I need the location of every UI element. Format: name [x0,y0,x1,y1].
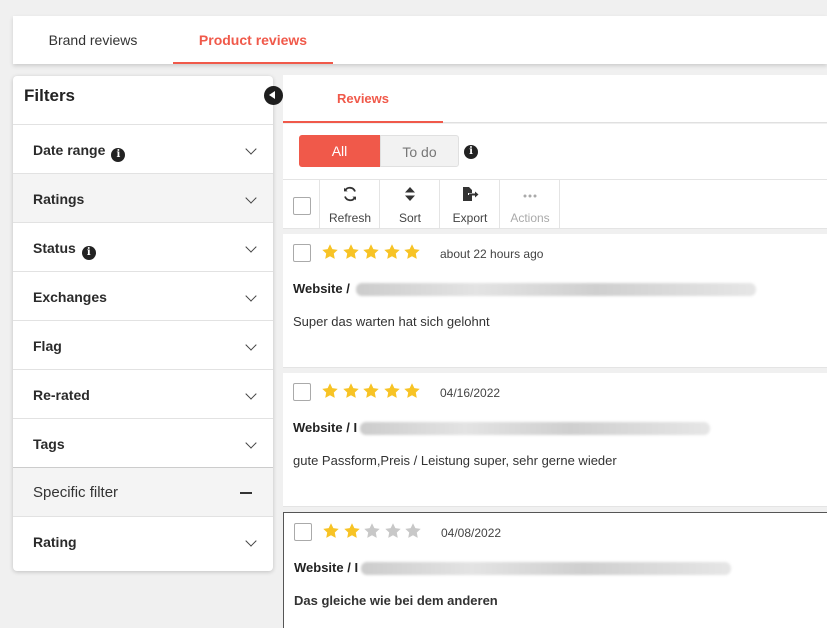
star-icon [383,382,401,400]
star-icon [321,243,339,261]
star-icon [343,522,361,540]
tab-reviews[interactable]: Reviews [283,75,443,123]
chevron-down-icon [245,192,257,204]
top-tab-bar: Brand reviews Product reviews [13,16,827,64]
segment-todo-button[interactable]: To do [380,135,459,167]
actions-label: Actions [510,211,550,225]
review-checkbox[interactable] [293,383,311,401]
filter-date-range[interactable]: Date range i [13,124,273,173]
more-horizontal-icon [500,186,560,204]
star-rating [321,382,424,402]
review-text: gute Passform,Preis / Leistung super, se… [293,453,617,468]
sort-button[interactable]: Sort [380,180,440,228]
filter-label: Date range [33,142,106,158]
review-toolbar: Refresh Sort Export Actions [283,179,827,229]
review-checkbox[interactable] [293,244,311,262]
refresh-icon [320,186,380,204]
refresh-button[interactable]: Refresh [320,180,380,228]
reviews-tab-bar: Reviews [283,75,827,123]
filter-label: Status [33,240,76,256]
filter-ratings[interactable]: Ratings [13,173,273,222]
star-icon [322,522,340,540]
filter-label: Exchanges [33,289,107,305]
select-all-checkbox[interactable] [293,197,311,215]
review-text: Super das warten hat sich gelohnt [293,314,490,329]
tab-brand-reviews[interactable]: Brand reviews [13,16,173,64]
review-source: Website / I [294,560,359,575]
review-date: 04/16/2022 [440,386,501,400]
sort-icon [380,186,440,204]
review-date: about 22 hours ago [440,247,544,261]
redacted-product-name [361,562,732,576]
review-checkbox[interactable] [294,523,312,541]
review-source: Website / I [293,420,358,435]
filter-label: Re-rated [33,387,90,403]
filter-label: Tags [33,436,65,452]
review-card[interactable]: about 22 hours ago Website / Super das w… [283,234,827,368]
info-icon[interactable]: i [81,246,96,260]
star-icon [362,243,380,261]
segment-all-button[interactable]: All [299,135,380,167]
star-icon [383,243,401,261]
chevron-down-icon [245,339,257,351]
chevron-down-icon [245,535,257,547]
review-card[interactable]: 04/16/2022 Website / I gute Passform,Pre… [283,373,827,507]
redacted-product-name [356,283,757,297]
chevron-down-icon [245,290,257,302]
select-all-cell [283,180,320,228]
review-source: Website / [293,281,354,296]
filter-rating[interactable]: Rating [13,516,273,571]
filter-re-rated[interactable]: Re-rated [13,369,273,418]
refresh-label: Refresh [328,211,372,225]
info-icon[interactable]: i [111,148,126,162]
star-icon [362,382,380,400]
reviews-panel: Reviews All To do i Refresh Sort Export [283,75,827,628]
filter-label: Flag [33,338,62,354]
star-icon [384,522,402,540]
filters-panel: Filters Date range i Ratings Status i Exch… [13,76,283,571]
status-segment-bar: All To do i [283,124,827,179]
tab-product-reviews[interactable]: Product reviews [173,16,333,64]
star-rating [322,522,425,542]
star-icon [342,382,360,400]
filter-label: Ratings [33,191,85,207]
minus-icon [240,492,252,494]
filter-tags[interactable]: Tags [13,418,273,467]
star-icon [363,522,381,540]
star-icon [403,382,421,400]
redacted-product-name [360,422,711,436]
collapse-left-icon[interactable] [264,86,283,105]
filter-exchanges[interactable]: Exchanges [13,271,273,320]
star-icon [403,243,421,261]
export-button[interactable]: Export [440,180,500,228]
filter-status[interactable]: Status i [13,222,273,271]
specific-filter-section[interactable]: Specific filter [13,467,273,516]
chevron-down-icon [245,437,257,449]
star-icon [321,382,339,400]
review-card[interactable]: 04/08/2022 Website / I Das gleiche wie b… [283,512,827,628]
filter-flag[interactable]: Flag [13,320,273,369]
info-icon[interactable]: i [464,145,478,159]
export-icon [440,186,500,204]
chevron-down-icon [245,388,257,400]
chevron-down-icon [245,241,257,253]
star-icon [404,522,422,540]
filter-label: Specific filter [33,484,119,501]
chevron-down-icon [245,143,257,155]
export-label: Export [452,211,488,225]
review-text: Das gleiche wie bei dem anderen [294,593,498,608]
star-icon [342,243,360,261]
filters-title: Filters [24,86,76,105]
actions-button[interactable]: Actions [500,180,560,228]
review-date: 04/08/2022 [441,526,502,540]
filter-label: Rating [33,534,77,550]
star-rating [321,243,424,263]
sort-label: Sort [398,211,421,225]
